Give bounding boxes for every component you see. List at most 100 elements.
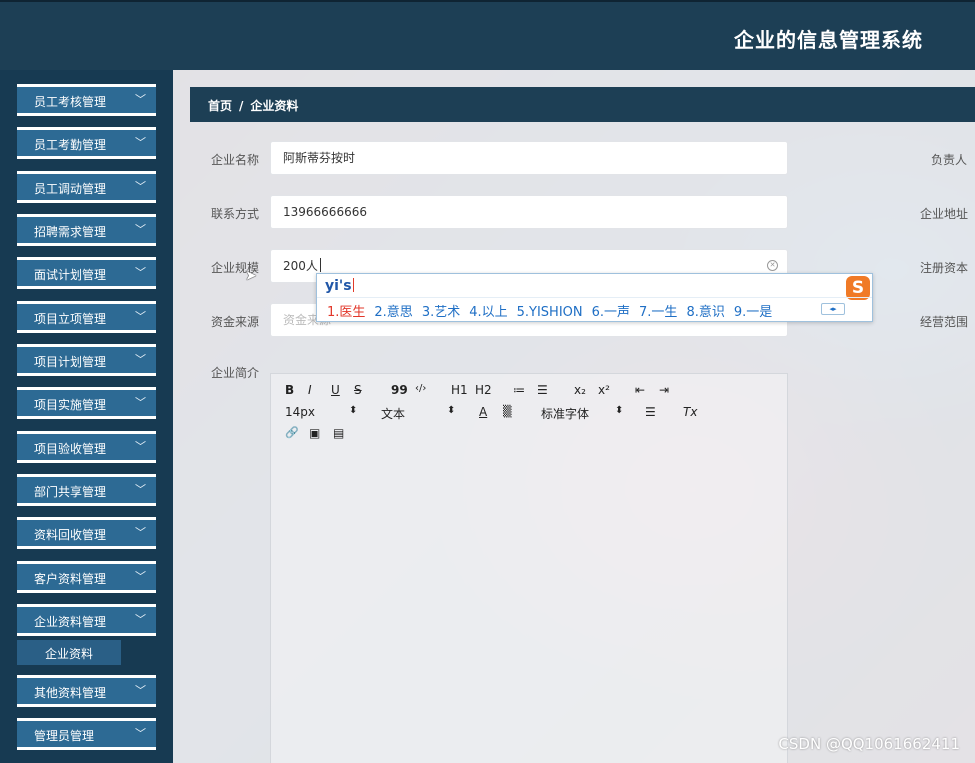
- sidebar: 员工考核管理 ﹀ 员工考勤管理 ﹀ 员工调动管理 ﹀ 招聘需求管理 ﹀ 面试计划…: [0, 70, 173, 763]
- sidebar-item-label: 管理员管理: [34, 729, 95, 743]
- ime-candidate[interactable]: 9.一是: [734, 301, 772, 320]
- outdent-button[interactable]: ⇤: [635, 383, 645, 397]
- sidebar-subitem-enterprise-info[interactable]: 企业资料: [17, 640, 121, 665]
- video-icon[interactable]: ▤: [333, 426, 344, 440]
- ime-candidate[interactable]: 2.意思: [374, 301, 412, 320]
- blockquote-button[interactable]: 99: [391, 383, 408, 397]
- text-caret: [319, 258, 321, 272]
- sidebar-item-label: 招聘需求管理: [34, 225, 107, 239]
- chevron-down-icon: ﹀: [135, 684, 146, 697]
- ime-candidate[interactable]: 5.YISHION: [517, 305, 583, 320]
- ime-candidate[interactable]: 7.一生: [639, 301, 677, 320]
- company-name-input[interactable]: 阿斯蒂芬按时: [270, 141, 788, 175]
- strike-button[interactable]: S: [354, 383, 362, 397]
- updown-icon: ⬍: [447, 405, 456, 416]
- ime-candidate-list: 1.医生 2.意思 3.艺术 4.以上 5.YISHION 6.一声 7.一生 8.意识 9.一…: [327, 301, 781, 320]
- sidebar-item-recruitment[interactable]: 招聘需求管理 ﹀: [17, 214, 156, 246]
- sidebar-item-employee-assessment[interactable]: 员工考核管理 ﹀: [17, 84, 156, 116]
- chevron-down-icon: ﹀: [135, 310, 146, 323]
- scope-label: 经营范围: [920, 315, 969, 329]
- superscript-button[interactable]: x²: [598, 383, 610, 397]
- chevron-down-icon: ﹀: [135, 396, 146, 409]
- chevron-down-icon: ﹀: [135, 570, 146, 583]
- clear-icon[interactable]: ✕: [767, 260, 778, 271]
- background-color-button[interactable]: ▒: [503, 405, 511, 418]
- sidebar-item-label: 项目验收管理: [34, 442, 107, 456]
- top-header: 企业的信息管理系统: [0, 0, 975, 70]
- sidebar-item-admin[interactable]: 管理员管理 ﹀: [17, 718, 156, 750]
- chevron-down-icon: ﹀: [135, 613, 146, 626]
- header-2-button[interactable]: H2: [475, 383, 492, 397]
- sidebar-item-material-recycle[interactable]: 资料回收管理 ﹀: [17, 517, 156, 549]
- code-block-button[interactable]: ‹/›: [415, 383, 426, 394]
- sidebar-item-employee-attendance[interactable]: 员工考勤管理 ﹀: [17, 127, 156, 159]
- editor-toolbar-row-3: 🔗 ▣ ▤: [283, 426, 783, 442]
- chevron-down-icon: ﹀: [135, 93, 146, 106]
- font-color-button[interactable]: A: [479, 405, 487, 419]
- ime-candidate-popup: yi's S 1.医生 2.意思 3.艺术 4.以上 5.YISHION 6.一声 7.一生…: [316, 273, 873, 322]
- font-size-select[interactable]: 14px: [285, 405, 315, 419]
- updown-icon: ⬍: [615, 405, 624, 416]
- image-icon[interactable]: ▣: [309, 426, 320, 440]
- ime-caret: [352, 278, 354, 292]
- capital-label: 注册资本: [920, 261, 969, 275]
- ime-candidate[interactable]: 6.一声: [592, 301, 630, 320]
- sidebar-item-other-material[interactable]: 其他资料管理 ﹀: [17, 675, 156, 707]
- indent-button[interactable]: ⇥: [659, 383, 669, 397]
- link-icon[interactable]: 🔗: [285, 426, 299, 439]
- sidebar-item-project-implementation[interactable]: 项目实施管理 ﹀: [17, 387, 156, 419]
- sidebar-item-project-acceptance[interactable]: 项目验收管理 ﹀: [17, 431, 156, 463]
- ime-candidate[interactable]: 4.以上: [469, 301, 507, 320]
- sidebar-item-department-share[interactable]: 部门共享管理 ﹀: [17, 474, 156, 506]
- sidebar-item-project-initiation[interactable]: 项目立项管理 ﹀: [17, 301, 156, 333]
- sidebar-item-label: 面试计划管理: [34, 268, 107, 282]
- sidebar-item-customer-material[interactable]: 客户资料管理 ﹀: [17, 561, 156, 593]
- sidebar-item-interview-plan[interactable]: 面试计划管理 ﹀: [17, 257, 156, 289]
- editor-toolbar-row-2: 14px ⬍ 文本 ⬍ A ▒ 标准字体 ⬍ ☰ Tx: [283, 405, 783, 421]
- italic-button[interactable]: I: [308, 383, 312, 397]
- manager-label: 负责人: [931, 153, 968, 167]
- rich-text-editor[interactable]: B I U S 99 ‹/› H1 H2 ≔ ☰ x₂ x² ⇤ ⇥ 14px …: [270, 373, 788, 763]
- contact-input[interactable]: 13966666666: [270, 195, 788, 229]
- text-type-select[interactable]: 文本: [381, 405, 405, 422]
- bold-button[interactable]: B: [285, 383, 294, 397]
- ime-pinyin-text: yi's: [325, 278, 352, 294]
- sidebar-item-label: 部门共享管理: [34, 485, 107, 499]
- ime-pinyin-input: yi's: [325, 278, 354, 294]
- align-button[interactable]: ☰: [645, 405, 656, 419]
- chevron-down-icon: ﹀: [135, 180, 146, 193]
- sidebar-item-label: 资料回收管理: [34, 528, 107, 542]
- breadcrumb-home[interactable]: 首页: [208, 99, 232, 113]
- fund-label: 资金来源: [211, 315, 260, 329]
- intro-label: 企业简介: [211, 366, 260, 380]
- chevron-down-icon: ﹀: [135, 266, 146, 279]
- clear-format-button[interactable]: Tx: [683, 405, 697, 419]
- app-title: 企业的信息管理系统: [734, 28, 923, 52]
- chevron-down-icon: ﹀: [135, 483, 146, 496]
- sidebar-item-project-plan[interactable]: 项目计划管理 ﹀: [17, 344, 156, 376]
- sidebar-item-enterprise-material[interactable]: 企业资料管理 ﹀: [17, 604, 156, 636]
- subscript-button[interactable]: x₂: [574, 383, 586, 397]
- updown-icon: ⬍: [349, 405, 358, 416]
- ordered-list-button[interactable]: ≔: [513, 383, 525, 397]
- ime-candidate[interactable]: 8.意识: [686, 301, 724, 320]
- watermark: CSDN @QQ1061662411: [778, 735, 960, 753]
- ime-divider: [317, 297, 872, 298]
- underline-button[interactable]: U: [331, 383, 340, 397]
- chevron-down-icon: ﹀: [135, 727, 146, 740]
- sidebar-item-employee-transfer[interactable]: 员工调动管理 ﹀: [17, 171, 156, 203]
- address-label: 企业地址: [920, 207, 969, 221]
- ime-pager-arrows-icon[interactable]: ◂▸: [821, 303, 845, 315]
- sidebar-item-label: 员工考核管理: [34, 95, 107, 109]
- sidebar-item-label: 项目立项管理: [34, 312, 107, 326]
- ime-candidate[interactable]: 1.医生: [327, 301, 365, 320]
- mouse-cursor-icon: ➤: [245, 268, 257, 284]
- header-1-button[interactable]: H1: [451, 383, 468, 397]
- contact-label: 联系方式: [211, 207, 260, 221]
- ime-candidate[interactable]: 3.艺术: [422, 301, 460, 320]
- font-family-select[interactable]: 标准字体: [541, 405, 589, 422]
- bullet-list-button[interactable]: ☰: [537, 383, 548, 397]
- chevron-down-icon: ﹀: [135, 136, 146, 149]
- chevron-down-icon: ﹀: [135, 526, 146, 539]
- breadcrumb: 首页 / 企业资料: [190, 87, 975, 122]
